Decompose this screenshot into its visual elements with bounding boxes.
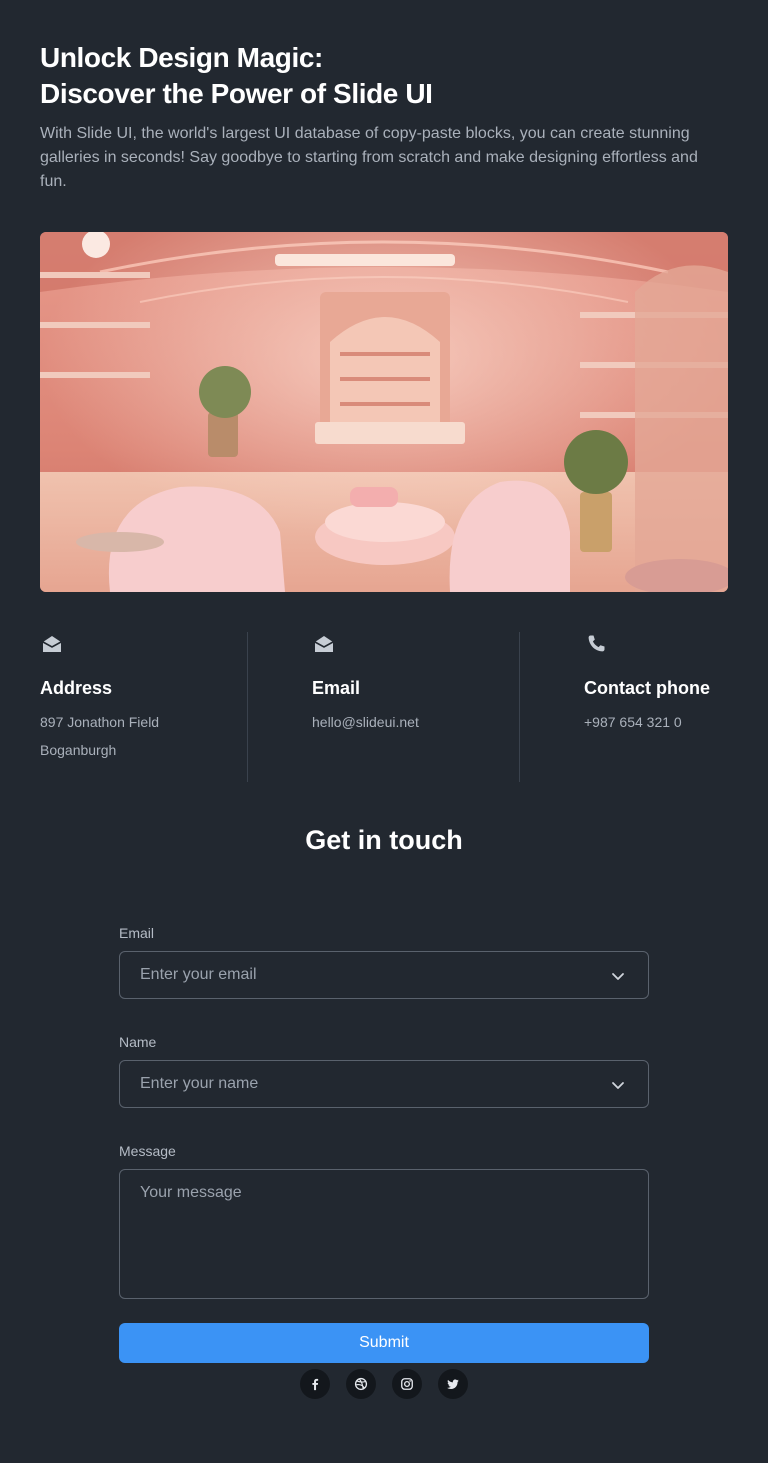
chevron-down-icon xyxy=(612,973,624,980)
contact-email: Email hello@slideui.net xyxy=(312,632,512,782)
envelope-open-icon xyxy=(314,636,334,652)
submit-button[interactable]: Submit xyxy=(119,1323,649,1363)
contact-phone: Contact phone +987 654 321 0 xyxy=(584,632,728,782)
contact-info: Address 897 Jonathon Field Boganburgh Em… xyxy=(40,632,728,782)
contact-title: Email xyxy=(312,678,361,698)
message-label: Message xyxy=(119,1143,176,1159)
form-title: Get in touch xyxy=(305,825,463,855)
title-line-2: Discover the Power of Slide UI xyxy=(40,78,433,109)
contact-title: Address xyxy=(40,678,113,698)
twitter-icon[interactable] xyxy=(438,1369,468,1399)
contact-line: 897 Jonathon Field xyxy=(40,714,160,730)
page-title: Unlock Design Magic: Discover the Power … xyxy=(40,40,728,112)
title-line-1: Unlock Design Magic: xyxy=(40,42,323,73)
contact-line: +987 654 321 0 xyxy=(584,714,682,730)
message-placeholder: Your message xyxy=(140,1184,242,1201)
email-select[interactable]: Enter your email xyxy=(119,951,649,999)
name-label: Name xyxy=(119,1034,157,1050)
message-textarea[interactable]: Your message xyxy=(119,1169,649,1299)
social-links xyxy=(0,1369,768,1399)
hero-section: Unlock Design Magic: Discover the Power … xyxy=(40,40,728,194)
phone-icon xyxy=(588,635,605,652)
email-label: Email xyxy=(119,925,155,941)
contact-line: Boganburgh xyxy=(40,742,117,758)
hero-description: With Slide UI, the world's largest UI da… xyxy=(40,125,698,190)
divider xyxy=(247,632,248,782)
facebook-icon[interactable] xyxy=(300,1369,330,1399)
name-select[interactable]: Enter your name xyxy=(119,1060,649,1108)
divider xyxy=(519,632,520,782)
dribbble-icon[interactable] xyxy=(346,1369,376,1399)
email-placeholder: Enter your email xyxy=(140,966,257,983)
name-placeholder: Enter your name xyxy=(140,1075,259,1092)
contact-line: hello@slideui.net xyxy=(312,714,419,730)
envelope-open-icon xyxy=(42,636,62,652)
chevron-down-icon xyxy=(612,1082,624,1089)
instagram-icon[interactable] xyxy=(392,1369,422,1399)
contact-title: Contact phone xyxy=(584,678,710,698)
contact-address: Address 897 Jonathon Field Boganburgh xyxy=(40,632,240,782)
store-interior-image xyxy=(40,232,728,592)
contact-form: Email Enter your email Name Enter your n… xyxy=(119,924,649,1363)
